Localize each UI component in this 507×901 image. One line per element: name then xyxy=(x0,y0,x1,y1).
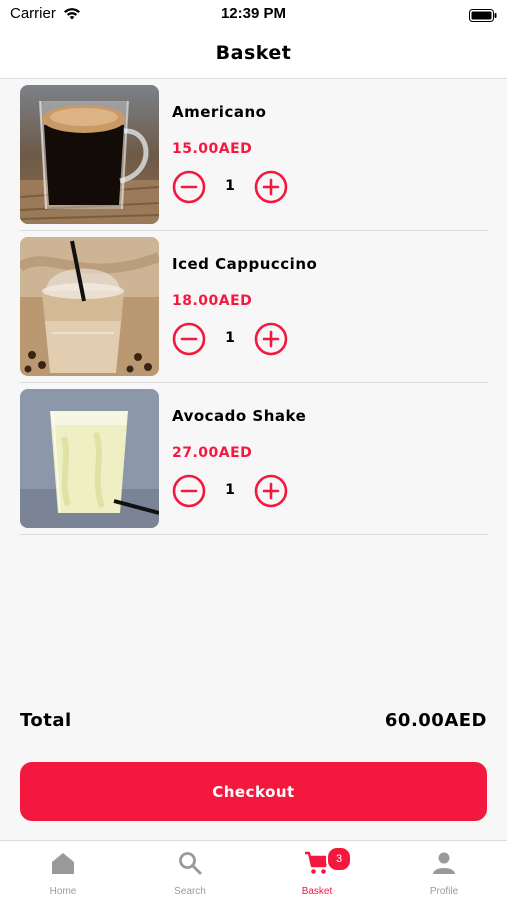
cart-count-badge: 3 xyxy=(326,846,352,872)
quantity-stepper: 1 xyxy=(172,170,342,206)
plus-circle-icon xyxy=(254,170,288,204)
item-name: Americano xyxy=(172,103,267,121)
tab-label: Home xyxy=(49,886,77,897)
iced-cappuccino-photo xyxy=(20,237,159,376)
status-bar: Carrier 12:39 PM xyxy=(0,0,507,28)
nav-bar: Basket xyxy=(0,28,507,79)
basket-item-americano[interactable]: Americano 15.00AED 1 xyxy=(20,79,488,231)
quantity-value: 1 xyxy=(225,482,235,498)
minus-circle-icon xyxy=(172,170,206,204)
home-icon xyxy=(50,850,76,876)
quantity-value: 1 xyxy=(225,330,235,346)
tab-bar: Home Search 3 Basket Profile xyxy=(0,840,507,901)
search-icon xyxy=(177,850,203,876)
status-time: 12:39 PM xyxy=(220,5,287,22)
plus-circle-icon xyxy=(254,474,288,508)
total-label: Total xyxy=(20,710,72,731)
item-name: Iced Cappuccino xyxy=(172,255,318,273)
tab-label: Profile xyxy=(429,886,459,897)
decrease-quantity-button[interactable] xyxy=(172,322,206,356)
tab-home[interactable]: Home xyxy=(0,841,126,901)
minus-circle-icon xyxy=(172,322,206,356)
quantity-stepper: 1 xyxy=(172,474,342,510)
increase-quantity-button[interactable] xyxy=(254,322,288,356)
avocado-shake-photo xyxy=(20,389,159,528)
increase-quantity-button[interactable] xyxy=(254,170,288,204)
tab-profile[interactable]: Profile xyxy=(381,841,507,901)
profile-icon xyxy=(431,850,457,876)
page-title: Basket xyxy=(215,42,292,64)
increase-quantity-button[interactable] xyxy=(254,474,288,508)
item-price: 27.00AED xyxy=(172,445,253,461)
quantity-value: 1 xyxy=(225,178,235,194)
item-price: 15.00AED xyxy=(172,141,253,157)
plus-circle-icon xyxy=(254,322,288,356)
total-value: 60.00AED xyxy=(384,710,487,731)
quantity-stepper: 1 xyxy=(172,322,342,358)
americano-photo xyxy=(20,85,159,224)
decrease-quantity-button[interactable] xyxy=(172,170,206,204)
decrease-quantity-button[interactable] xyxy=(172,474,206,508)
tab-label: Search xyxy=(174,886,206,897)
basket-item-avocado-shake[interactable]: Avocado Shake 27.00AED 1 xyxy=(20,383,488,535)
tab-label: Basket xyxy=(301,886,333,897)
tab-basket[interactable]: 3 Basket xyxy=(254,841,380,901)
item-name: Avocado Shake xyxy=(172,407,307,425)
basket-item-iced-cappuccino[interactable]: Iced Cappuccino 18.00AED 1 xyxy=(20,231,488,383)
item-price: 18.00AED xyxy=(172,293,253,309)
checkout-button[interactable]: Checkout xyxy=(20,762,487,821)
minus-circle-icon xyxy=(172,474,206,508)
basket-list: Americano 15.00AED 1 Iced Cappuccino 18.… xyxy=(20,79,488,535)
tab-search[interactable]: Search xyxy=(127,841,253,901)
battery-icon xyxy=(469,7,497,22)
